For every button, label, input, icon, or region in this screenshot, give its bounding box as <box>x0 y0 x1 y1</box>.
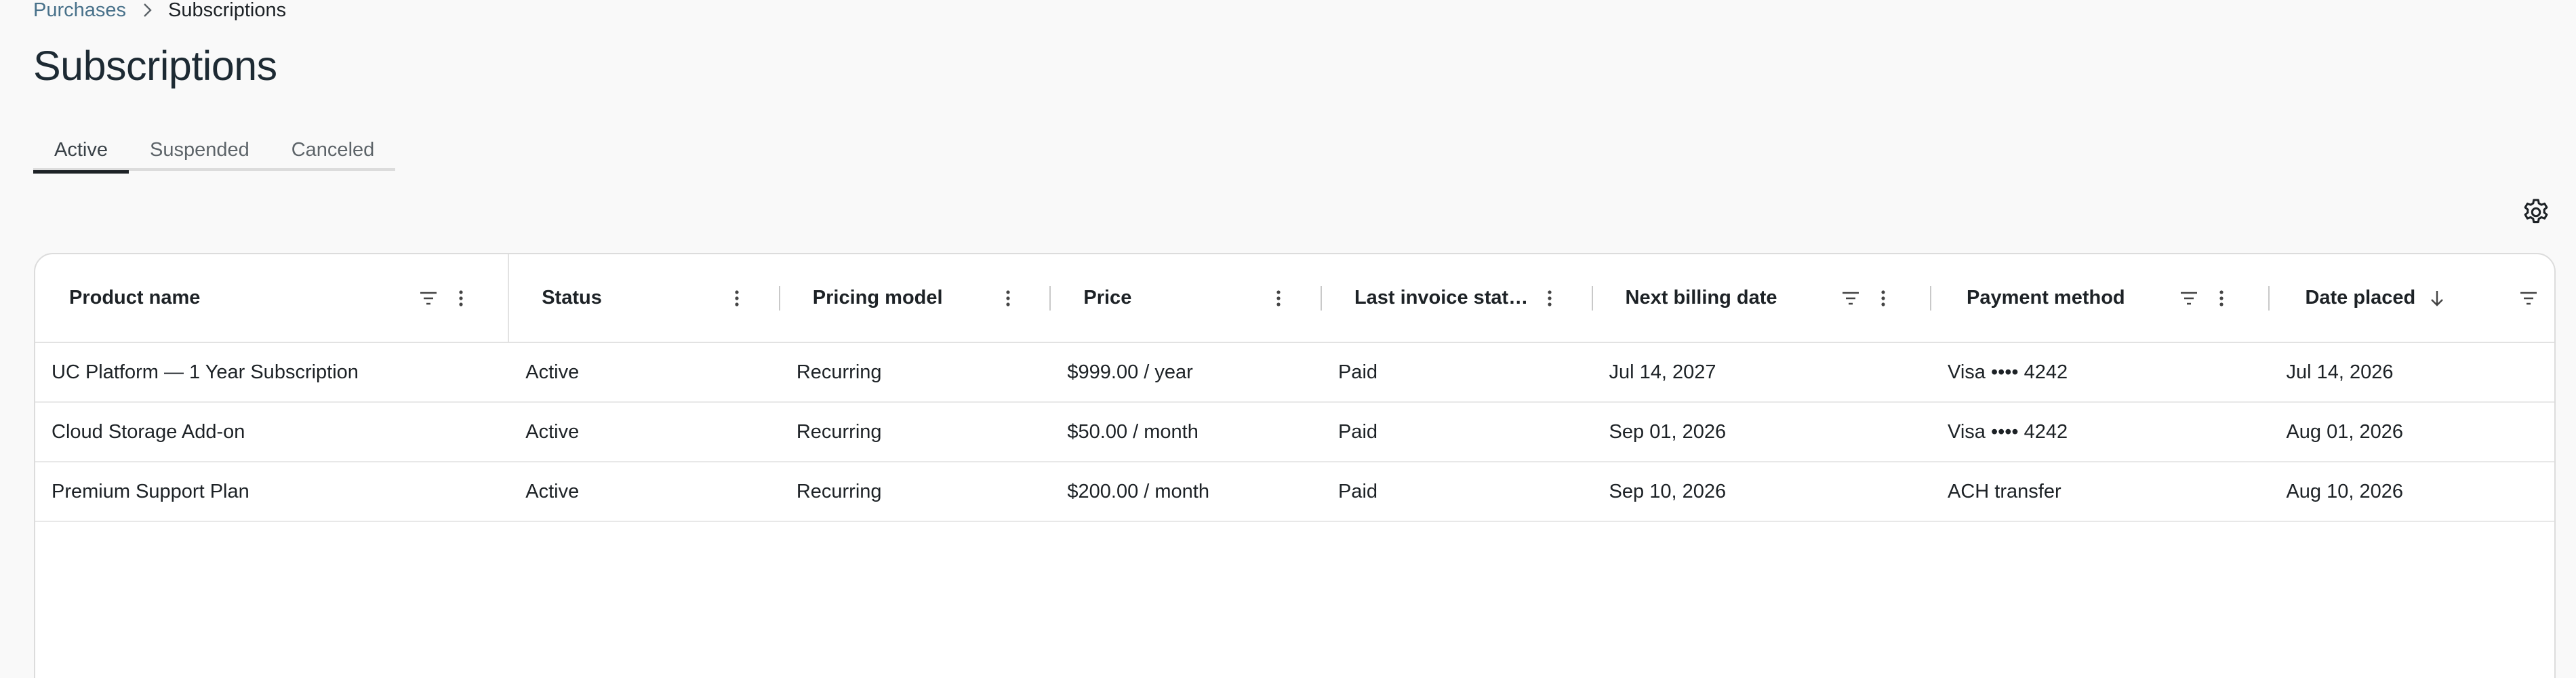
column-label: Pricing model <box>812 287 943 308</box>
cell-status: Active <box>525 480 580 502</box>
subscriptions-table: Product name Status Pricing model Price … <box>34 253 2556 678</box>
filter-icon[interactable] <box>2175 285 2202 312</box>
column-menu-icon[interactable] <box>2208 285 2235 312</box>
column-label: Last invoice stat… <box>1354 287 1529 308</box>
cell-date-placed: Aug 01, 2026 <box>2286 420 2403 443</box>
column-header-status[interactable]: Status <box>509 254 780 342</box>
column-menu-icon[interactable] <box>994 285 1022 312</box>
column-header-pricing-model[interactable]: Pricing model <box>780 254 1051 342</box>
column-header-last-invoice-status[interactable]: Last invoice stat… <box>1322 254 1593 342</box>
cell-next-billing-date: Jul 14, 2027 <box>1609 361 1716 383</box>
table-row[interactable]: Premium Support Plan Active Recurring $2… <box>35 462 2554 522</box>
breadcrumb: Purchases Subscriptions <box>33 0 286 20</box>
column-label: Product name <box>69 287 201 308</box>
table-settings-button[interactable] <box>2519 195 2553 229</box>
cell-product-name: Premium Support Plan <box>52 480 249 502</box>
column-header-price[interactable]: Price <box>1051 254 1322 342</box>
tab-canceled[interactable]: Canceled <box>270 129 396 171</box>
breadcrumb-current: Subscriptions <box>168 0 287 21</box>
filter-icon[interactable] <box>2515 285 2542 312</box>
sort-descending-icon[interactable] <box>2423 285 2451 312</box>
tab-active[interactable]: Active <box>33 129 129 174</box>
cell-status: Active <box>525 420 580 443</box>
page: Purchases Subscriptions Subscriptions Ac… <box>0 0 2576 678</box>
cell-payment-method: Visa •••• 4242 <box>1948 361 2068 383</box>
cell-price: $50.00 / month <box>1067 420 1199 443</box>
cell-price: $999.00 / year <box>1067 361 1193 383</box>
column-header-date-placed[interactable]: Date placed <box>2270 254 2554 342</box>
column-label: Payment method <box>1966 287 2125 308</box>
column-menu-icon[interactable] <box>1870 285 1897 312</box>
cell-product-name: Cloud Storage Add-on <box>52 420 245 443</box>
cell-next-billing-date: Sep 10, 2026 <box>1609 480 1727 502</box>
table-row[interactable]: Cloud Storage Add-on Active Recurring $5… <box>35 403 2554 462</box>
cell-last-invoice-status: Paid <box>1337 361 1378 383</box>
column-header-product-name[interactable]: Product name <box>35 254 510 342</box>
filter-icon[interactable] <box>415 285 442 312</box>
column-menu-icon[interactable] <box>1265 285 1292 312</box>
cell-status: Active <box>525 361 580 383</box>
column-menu-icon[interactable] <box>723 285 750 312</box>
gear-icon <box>2524 199 2548 224</box>
cell-pricing-model: Recurring <box>796 361 882 383</box>
tab-bar: Active Suspended Canceled <box>33 129 396 174</box>
column-label: Price <box>1083 287 1132 308</box>
cell-last-invoice-status: Paid <box>1337 480 1378 502</box>
cell-product-name: UC Platform — 1 Year Subscription <box>52 361 359 383</box>
page-title: Subscriptions <box>33 43 277 89</box>
cell-last-invoice-status: Paid <box>1337 420 1378 443</box>
cell-pricing-model: Recurring <box>796 480 882 502</box>
cell-price: $200.00 / month <box>1067 480 1209 502</box>
table-body: UC Platform — 1 Year Subscription Active… <box>35 343 2554 522</box>
column-label: Status <box>542 287 602 308</box>
column-menu-icon[interactable] <box>447 285 475 312</box>
chevron-right-icon <box>126 2 168 18</box>
cell-next-billing-date: Sep 01, 2026 <box>1609 420 1727 443</box>
column-header-next-billing-date[interactable]: Next billing date <box>1593 254 1931 342</box>
column-header-payment-method[interactable]: Payment method <box>1931 254 2270 342</box>
table-row[interactable]: UC Platform — 1 Year Subscription Active… <box>35 343 2554 403</box>
cell-date-placed: Jul 14, 2026 <box>2286 361 2394 383</box>
filter-icon[interactable] <box>1837 285 1864 312</box>
tab-suspended[interactable]: Suspended <box>129 129 270 171</box>
column-label: Next billing date <box>1625 287 1777 308</box>
cell-date-placed: Aug 10, 2026 <box>2286 480 2403 502</box>
column-label: Date placed <box>2305 287 2416 308</box>
breadcrumb-link-purchases[interactable]: Purchases <box>33 0 126 20</box>
cell-pricing-model: Recurring <box>796 420 882 443</box>
cell-payment-method: Visa •••• 4242 <box>1948 420 2068 443</box>
column-menu-icon[interactable] <box>1536 285 1563 312</box>
table-header: Product name Status Pricing model Price … <box>35 254 2554 343</box>
cell-payment-method: ACH transfer <box>1948 480 2061 502</box>
